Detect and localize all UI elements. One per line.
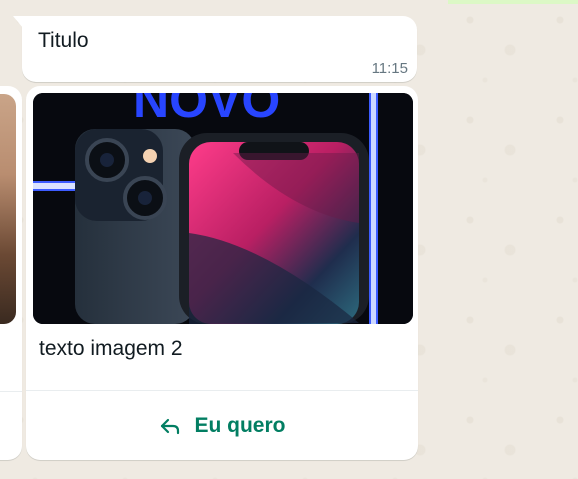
card-caption: texto imagem 2	[39, 337, 183, 360]
message-time: 11:15	[371, 60, 408, 77]
message-tail	[13, 16, 23, 28]
message-text: Titulo	[38, 29, 89, 52]
phone-illustration: NOVO	[33, 93, 413, 324]
product-image[interactable]: NOVO	[33, 93, 413, 324]
title-message-bubble[interactable]: Titulo 11:15	[13, 16, 417, 82]
outgoing-message-edge	[448, 0, 578, 4]
eu-quero-button[interactable]: Eu quero	[26, 391, 418, 460]
previous-carousel-card[interactable]	[0, 86, 22, 460]
previous-card-image[interactable]	[0, 94, 16, 324]
banner-text: NOVO	[133, 93, 280, 128]
card-divider	[0, 391, 22, 392]
carousel-card[interactable]: NOVO texto imagem 2 Eu quero	[26, 86, 418, 460]
reply-arrow-icon	[158, 414, 182, 438]
reply-button-label: Eu quero	[194, 413, 286, 437]
